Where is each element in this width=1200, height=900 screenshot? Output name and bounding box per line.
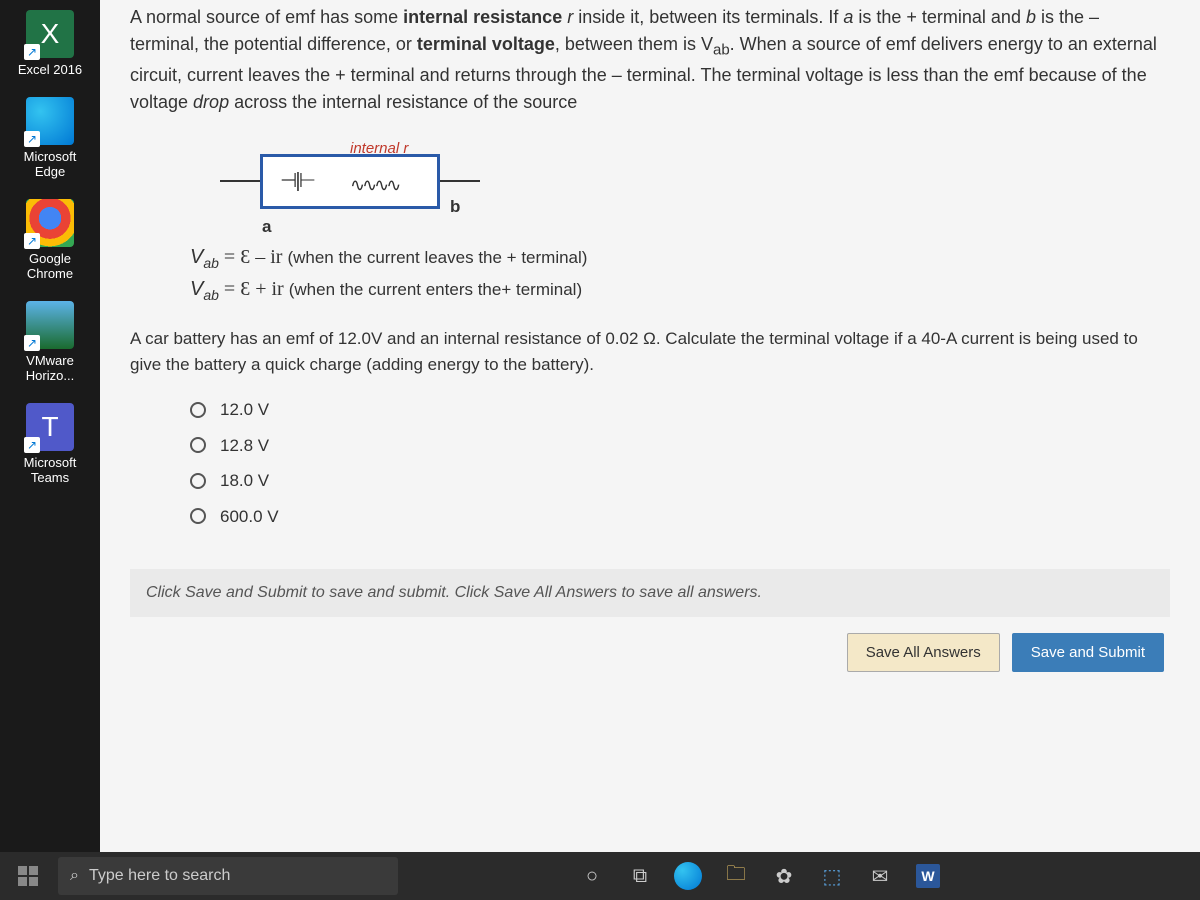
answer-option-2[interactable]: 12.8 V [190,433,1170,459]
answer-options: 12.0 V 12.8 V 18.0 V 600.0 V [190,397,1170,529]
microsoft-store-icon[interactable]: ⬚ [810,854,854,898]
edge-icon: ↗ [26,97,74,145]
desktop-icon-excel[interactable]: X↗ Excel 2016 [10,10,90,77]
button-row: Save All Answers Save and Submit [130,617,1170,688]
save-all-answers-button[interactable]: Save All Answers [847,633,1000,672]
mail-icon[interactable]: ✉ [858,854,902,898]
shortcut-arrow-icon: ↗ [24,131,40,147]
wire-left [220,180,260,182]
answer-label: 600.0 V [220,504,279,530]
teams-icon: T↗ [26,403,74,451]
battery-symbol-icon: ⊣|⊢ [280,166,314,196]
answer-label: 12.8 V [220,433,269,459]
equation-1: Vab = Ɛ – ir (when the current leaves th… [190,242,1170,274]
desktop-icon-label: VMware Horizo... [10,353,90,383]
desktop-icon-column: X↗ Excel 2016 ↗ Microsoft Edge ↗ Google … [0,0,100,900]
submit-instruction-text: Click Save and Submit to save and submit… [130,569,1170,617]
desktop-icon-vmware[interactable]: ↗ VMware Horizo... [10,301,90,383]
excel-icon: X↗ [26,10,74,58]
shortcut-arrow-icon: ↗ [24,233,40,249]
shortcut-arrow-icon: ↗ [24,44,40,60]
desktop-icon-teams[interactable]: T↗ Microsoft Teams [10,403,90,485]
save-and-submit-button[interactable]: Save and Submit [1012,633,1164,672]
windows-logo-icon [18,866,38,886]
answer-option-3[interactable]: 18.0 V [190,468,1170,494]
taskbar-app-icon[interactable]: ✿ [762,854,806,898]
intro-paragraph: A normal source of emf has some internal… [130,4,1170,116]
equation-2: Vab = Ɛ + ir (when the current enters th… [190,274,1170,306]
taskbar-pinned-apps: ○ ⧉ 🗀 ✿ ⬚ ✉ W [570,854,950,898]
terminal-b-label: b [450,194,460,220]
quiz-content-area: A normal source of emf has some internal… [100,0,1200,900]
terminal-a-label: a [262,214,271,240]
file-explorer-icon[interactable]: 🗀 [714,854,758,898]
internal-resistance-label: internal r [350,138,408,161]
search-icon: ⌕ [70,867,79,885]
shortcut-arrow-icon: ↗ [24,437,40,453]
windows-taskbar: ⌕ Type here to search ○ ⧉ 🗀 ✿ ⬚ ✉ W [0,852,1200,900]
desktop-icon-label: Microsoft Teams [10,455,90,485]
radio-icon[interactable] [190,508,206,524]
task-view-icon[interactable]: ⧉ [618,854,662,898]
search-placeholder: Type here to search [89,867,230,885]
taskbar-search-box[interactable]: ⌕ Type here to search [58,857,398,895]
shortcut-arrow-icon: ↗ [24,335,40,351]
answer-option-4[interactable]: 600.0 V [190,504,1170,530]
radio-icon[interactable] [190,473,206,489]
taskbar-edge-icon[interactable] [666,854,710,898]
desktop-icon-chrome[interactable]: ↗ Google Chrome [10,199,90,281]
desktop-icon-label: Excel 2016 [10,62,90,77]
answer-label: 18.0 V [220,468,269,494]
circuit-diagram: internal r ⊣|⊢ ∿∿∿∿ a b [220,134,500,224]
chrome-icon: ↗ [26,199,74,247]
wire-right [440,180,480,182]
vmware-icon: ↗ [26,301,74,349]
desktop-icon-edge[interactable]: ↗ Microsoft Edge [10,97,90,179]
question-text: A car battery has an emf of 12.0V and an… [130,326,1170,377]
cortana-icon[interactable]: ○ [570,854,614,898]
resistor-symbol-icon: ∿∿∿∿ [350,172,398,199]
radio-icon[interactable] [190,402,206,418]
start-button[interactable] [4,852,52,900]
taskbar-word-icon[interactable]: W [906,854,950,898]
answer-label: 12.0 V [220,397,269,423]
equations-block: Vab = Ɛ – ir (when the current leaves th… [190,242,1170,306]
radio-icon[interactable] [190,437,206,453]
answer-option-1[interactable]: 12.0 V [190,397,1170,423]
desktop-icon-label: Microsoft Edge [10,149,90,179]
desktop-icon-label: Google Chrome [10,251,90,281]
